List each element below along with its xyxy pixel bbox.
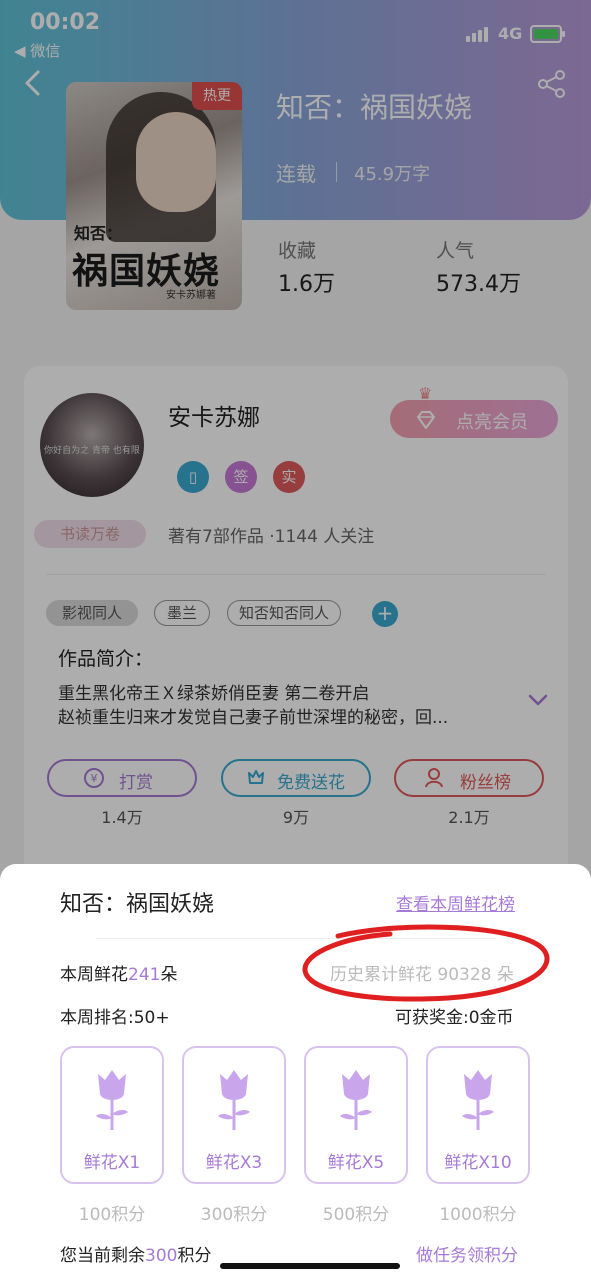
flower-icon (218, 1070, 250, 1130)
flower-option-points: 300积分 (200, 1205, 268, 1225)
flower-icon (340, 1070, 372, 1130)
weekly-flower-rank-link[interactable]: 查看本周鲜花榜 (396, 890, 515, 915)
flower-icon (462, 1070, 494, 1130)
flower-option-1[interactable]: 鲜花X1 (60, 1046, 164, 1184)
flower-option-points: 1000积分 (439, 1205, 517, 1225)
task-points-link[interactable]: 做任务领积分 (416, 1241, 518, 1266)
weekly-flowers: 本周鲜花241朵 (60, 965, 178, 985)
flower-option-points: 500积分 (322, 1205, 390, 1225)
flower-option-label: 鲜花X1 (83, 1153, 141, 1173)
reward: 可获奖金:0金币 (395, 1008, 514, 1028)
weekly-flowers-value: 241 (128, 965, 161, 985)
flower-option-points: 100积分 (78, 1205, 146, 1225)
red-annotation-circle (302, 924, 550, 1002)
flower-option-10[interactable]: 鲜花X10 (426, 1046, 530, 1184)
weekly-rank: 本周排名:50+ (60, 1008, 170, 1028)
flower-option-label: 鲜花X5 (327, 1153, 385, 1173)
remaining-points: 您当前剩余300积分 (60, 1246, 212, 1266)
remaining-points-value: 300 (145, 1246, 178, 1266)
flower-option-label: 鲜花X3 (205, 1153, 263, 1173)
home-indicator[interactable] (220, 1263, 400, 1269)
flower-option-label: 鲜花X10 (444, 1153, 512, 1173)
sheet-title: 知否：祸国妖娆 (60, 892, 215, 917)
flower-option-3[interactable]: 鲜花X3 (182, 1046, 286, 1184)
flower-icon (96, 1070, 128, 1130)
flower-option-5[interactable]: 鲜花X5 (304, 1046, 408, 1184)
